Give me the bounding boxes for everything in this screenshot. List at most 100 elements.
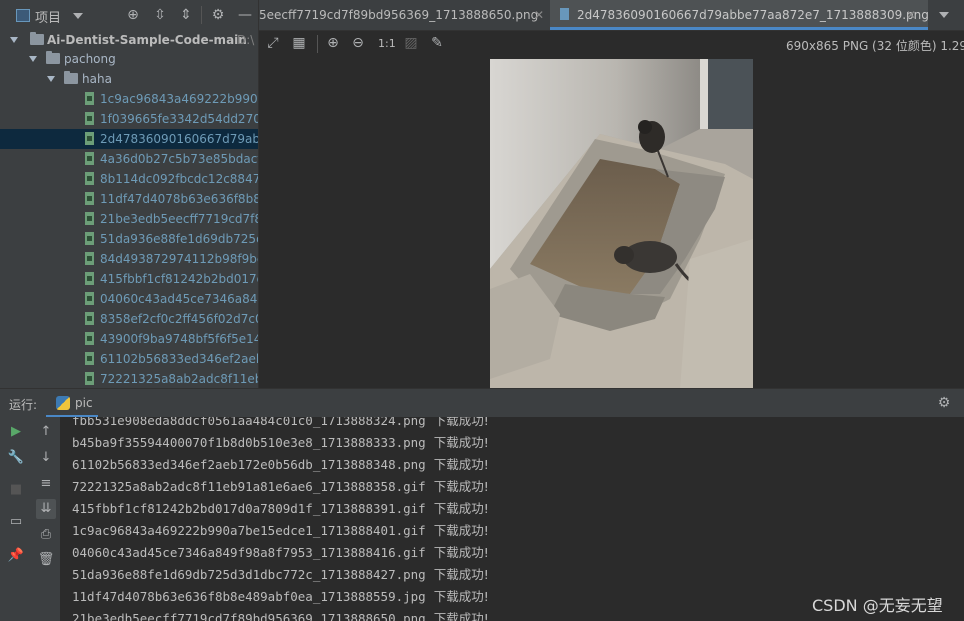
- collapse-all-icon[interactable]: ⇕: [178, 7, 194, 23]
- gear-icon[interactable]: ⚙: [210, 7, 226, 23]
- zoom-in-icon[interactable]: ⊕: [325, 35, 341, 51]
- image-file-icon: [85, 112, 94, 125]
- run-panel-header: 运行: pic ⚙: [0, 388, 964, 418]
- locate-icon[interactable]: ⊕: [125, 7, 141, 23]
- project-panel-title[interactable]: 项目: [35, 7, 61, 26]
- console-filename: b45ba9f35594400070f1b8d0b510e3e8_1713888…: [72, 435, 426, 450]
- trash-icon[interactable]: 🗑: [36, 550, 56, 570]
- chevron-down-icon[interactable]: [47, 76, 55, 82]
- tree-item-label: pachong: [64, 52, 116, 66]
- tree-file-item[interactable]: 11df47d4078b63e636f8b8e: [0, 189, 258, 209]
- tree-file-item[interactable]: 1f039665fe3342d54dd270e: [0, 109, 258, 129]
- tree-item-root[interactable]: Ai-Dentist-Sample-Code-main D:\: [0, 30, 258, 50]
- wrench-icon[interactable]: 🔧: [6, 448, 26, 468]
- zoom-out-icon[interactable]: ⊖: [350, 35, 366, 51]
- tree-item-path: D:\: [237, 33, 255, 47]
- console-line: 51da936e88fe1d69db725d3d1dbc772c_1713888…: [72, 564, 489, 583]
- tree-file-item[interactable]: 2d47836090160667d79abb: [0, 129, 258, 149]
- tab-label: 2d47836090160667d79abbe77aa872e7_1713888…: [577, 8, 928, 22]
- chevron-down-icon[interactable]: [29, 56, 37, 62]
- scroll-to-end-icon[interactable]: ⇊: [36, 499, 56, 519]
- python-icon: [56, 396, 70, 410]
- gear-icon[interactable]: ⚙: [936, 395, 952, 411]
- fit-to-window-icon[interactable]: ⤢: [265, 35, 281, 51]
- console-filename: 415fbbf1cf81242b2bd017d0a7809d1f_1713888…: [72, 501, 426, 516]
- color-picker-icon[interactable]: ✎: [429, 35, 445, 51]
- file-name: 8b114dc092fbcdc12c8847f: [100, 172, 258, 186]
- console-status: 下载成功!: [433, 611, 489, 621]
- file-name: 4a36d0b27c5b73e85bdacf: [100, 152, 258, 166]
- project-panel-header: 项目 ⊕ ⇳ ⇕ ⚙ —: [0, 0, 258, 31]
- console-status: 下载成功!: [433, 417, 489, 428]
- console-output[interactable]: fbb531e908eda8ddcf0561aa484c01c0_1713888…: [60, 417, 964, 621]
- tree-file-item[interactable]: 61102b56833ed346ef2aeb1: [0, 349, 258, 369]
- file-name: 51da936e88fe1d69db725d: [100, 232, 258, 246]
- tree-file-item[interactable]: 4a36d0b27c5b73e85bdacf: [0, 149, 258, 169]
- close-icon[interactable]: ✕: [534, 0, 544, 30]
- tree-file-item[interactable]: 84d493872974112b98f9be5: [0, 249, 258, 269]
- print-icon[interactable]: ⎙: [36, 525, 56, 545]
- console-filename: 04060c43ad45ce7346a849f98a8f7953_1713888…: [72, 545, 426, 560]
- run-tab-pic[interactable]: pic: [46, 389, 98, 418]
- console-status: 下载成功!: [433, 567, 489, 582]
- soft-wrap-icon[interactable]: ≡: [36, 474, 56, 494]
- file-name: 415fbbf1cf81242b2bd017d: [100, 272, 258, 286]
- nutria-photo: [490, 59, 753, 389]
- tree-file-item[interactable]: 21be3edb5eecff7719cd7f8: [0, 209, 258, 229]
- run-tab-label: pic: [75, 396, 93, 410]
- background-icon[interactable]: ▨: [403, 35, 419, 51]
- arrow-up-icon[interactable]: ↑: [36, 422, 56, 442]
- expand-all-icon[interactable]: ⇳: [152, 7, 168, 23]
- pin-icon[interactable]: 📌: [6, 546, 26, 566]
- console-filename: 21be3edb5eecff7719cd7f89bd956369_1713888…: [72, 611, 426, 621]
- tree-file-item[interactable]: 51da936e88fe1d69db725d: [0, 229, 258, 249]
- tree-file-item[interactable]: 415fbbf1cf81242b2bd017d: [0, 269, 258, 289]
- image-file-icon: [85, 312, 94, 325]
- chevron-down-icon[interactable]: [73, 13, 83, 19]
- actual-size-button[interactable]: 1:1: [378, 37, 396, 50]
- arrow-down-icon[interactable]: ↓: [36, 448, 56, 468]
- tab-list-chevron-icon[interactable]: [939, 12, 949, 18]
- image-info: 690x865 PNG (32 位颜色) 1.29: [786, 39, 964, 53]
- file-name: 84d493872974112b98f9be5: [100, 252, 258, 266]
- console-line: 04060c43ad45ce7346a849f98a8f7953_1713888…: [72, 542, 489, 561]
- console-filename: fbb531e908eda8ddcf0561aa484c01c0_1713888…: [72, 417, 426, 428]
- tree-file-item[interactable]: 43900f9ba9748bf5f6f5e141: [0, 329, 258, 349]
- image-viewer: [259, 57, 964, 389]
- editor-tab[interactable]: 5eecff7719cd7f89bd956369_1713888650.png …: [259, 0, 549, 30]
- chevron-down-icon[interactable]: [10, 37, 18, 43]
- console-filename: 1c9ac96843a469222b990a7be15edce1_1713888…: [72, 523, 426, 538]
- tree-file-item[interactable]: 8358ef2cf0c2ff456f02d7c0: [0, 309, 258, 329]
- file-name: 72221325a8ab2adc8f11eb9: [100, 372, 258, 386]
- folder-icon: [46, 51, 60, 64]
- tree-item-pachong[interactable]: pachong: [0, 49, 258, 69]
- layout-icon[interactable]: ▭: [6, 512, 26, 532]
- image-file-icon: [85, 292, 94, 305]
- file-name: 43900f9ba9748bf5f6f5e141: [100, 332, 258, 346]
- image-file-icon: [85, 252, 94, 265]
- image-file-icon: [85, 132, 94, 145]
- tree-file-item[interactable]: 72221325a8ab2adc8f11eb9: [0, 369, 258, 388]
- stop-icon[interactable]: ■: [6, 480, 26, 500]
- grid-icon[interactable]: ▦: [291, 35, 307, 51]
- console-filename: 51da936e88fe1d69db725d3d1dbc772c_1713888…: [72, 567, 426, 582]
- file-name: 1c9ac96843a469222b990a7: [100, 92, 258, 106]
- divider: [317, 35, 318, 53]
- file-name: 04060c43ad45ce7346a849f: [100, 292, 258, 306]
- console-status: 下载成功!: [433, 589, 489, 604]
- file-name: 21be3edb5eecff7719cd7f8: [100, 212, 258, 226]
- console-filename: 72221325a8ab2adc8f11eb91a81e6ae6_1713888…: [72, 479, 426, 494]
- tree-file-item[interactable]: 04060c43ad45ce7346a849f: [0, 289, 258, 309]
- console-status: 下载成功!: [433, 435, 489, 450]
- console-line: b45ba9f35594400070f1b8d0b510e3e8_1713888…: [72, 432, 489, 451]
- close-icon[interactable]: ✕: [906, 0, 916, 27]
- tree-file-item[interactable]: 1c9ac96843a469222b990a7: [0, 89, 258, 109]
- project-view-icon[interactable]: [16, 9, 30, 22]
- rerun-icon[interactable]: ▶: [6, 422, 26, 442]
- tree-file-item[interactable]: 8b114dc092fbcdc12c8847f: [0, 169, 258, 189]
- editor-tab-bar: 5eecff7719cd7f89bd956369_1713888650.png …: [259, 0, 964, 31]
- file-name: 2d47836090160667d79abb: [100, 132, 258, 146]
- tree-item-haha[interactable]: haha: [0, 69, 258, 89]
- editor-tab-active[interactable]: 2d47836090160667d79abbe77aa872e7_1713888…: [550, 0, 928, 30]
- hide-icon[interactable]: —: [237, 7, 253, 23]
